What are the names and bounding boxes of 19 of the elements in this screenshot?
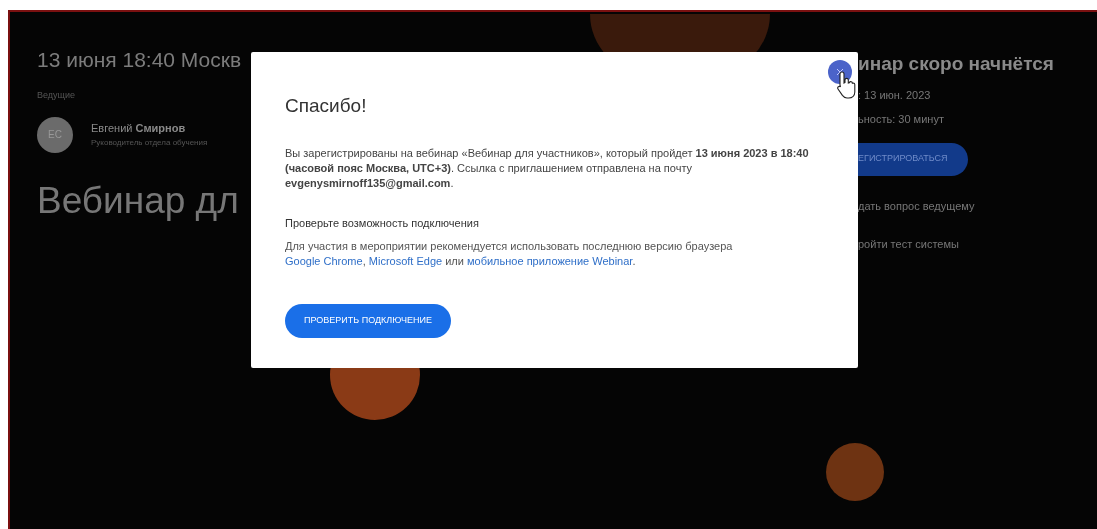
- date-line: 13 июня 18:40 Москв: [37, 47, 243, 73]
- section-heading: Проверьте возможность подключения: [285, 215, 479, 231]
- hosts-label: Ведущие: [37, 89, 76, 102]
- browser-link[interactable]: Microsoft Edge: [368, 255, 443, 267]
- side-link[interactable]: дать вопрос ведущему: [858, 197, 975, 214]
- dialog-title: Спасибо!: [285, 94, 367, 118]
- browser-recommendation: Для участия в мероприятии рекомендуется использовать последнюю версию браузера Google Chrome, Microsoft Edge или мобильное приложение Webinar.: [285, 239, 734, 269]
- side-link[interactable]: ройти тест системы: [858, 236, 959, 253]
- browser-link[interactable]: Google Chrome: [285, 255, 363, 267]
- status-heading: инар скоро начнётся: [858, 52, 1054, 76]
- duration-text: ьность: 30 минут: [858, 112, 944, 127]
- check-connection-button[interactable]: ПРОВЕРИТЬ ПОДКЛЮЧЕНИЕ: [285, 304, 451, 338]
- host-name: Евгений Смирнов: [91, 121, 187, 137]
- register-button[interactable]: ЕГИСТРИРОВАТЬСЯ: [858, 142, 968, 176]
- browser-link[interactable]: мобильное приложение Webinar: [467, 255, 633, 267]
- date-text: : 13 июн. 2023: [858, 87, 931, 103]
- confirmation-message: Вы зарегистрированы на вебинар «Вебинар для участников», который пройдет 13 июня 2023 в 18:40 (часовой пояс Москва, UTC+3). Ссылка с приглашением отправлена на почту evgenysmirnoff135@gmail.com.: [285, 145, 810, 191]
- webinar-title: Вебинар дл: [37, 178, 240, 223]
- host-role: Руководитель отдела обучения: [91, 136, 208, 149]
